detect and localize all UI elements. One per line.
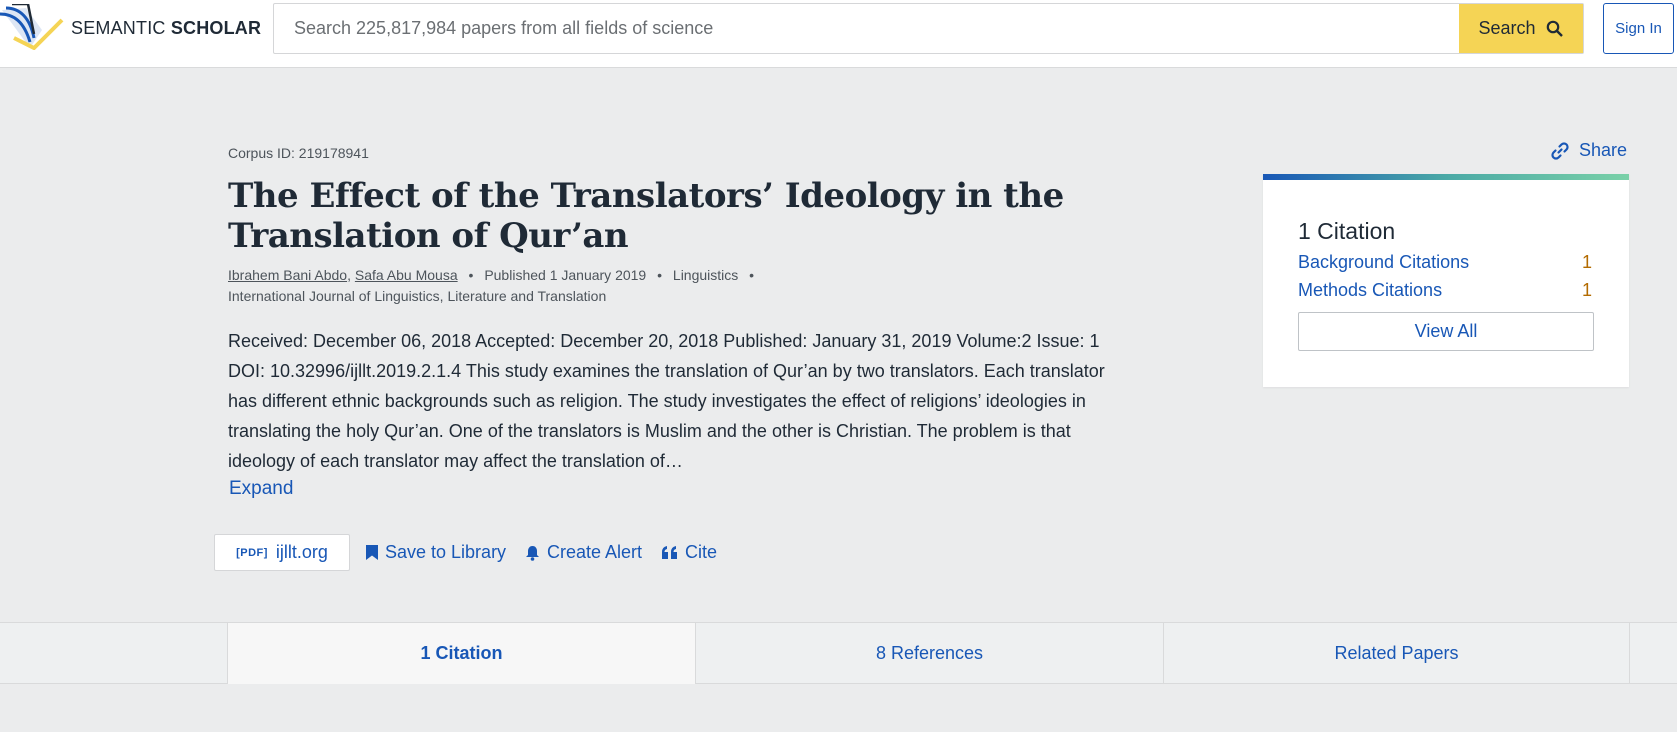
pdf-link-button[interactable]: [PDF] ijllt.org (214, 534, 350, 571)
field-of-study: Linguistics (672, 267, 739, 283)
citation-type-label: Methods Citations (1298, 280, 1443, 300)
expand-abstract-link[interactable]: Expand (229, 478, 293, 500)
create-alert-label: Create Alert (547, 542, 643, 562)
citation-type-row[interactable]: Background Citations 1 (1298, 252, 1592, 273)
separator-dot: • (749, 267, 755, 283)
search-button[interactable]: Search (1459, 4, 1583, 53)
tab-citations[interactable]: 1 Citation (227, 623, 695, 684)
save-to-library-label: Save to Library (385, 542, 507, 562)
share-button[interactable]: Share (1551, 140, 1627, 161)
pdf-icon: [PDF] (236, 546, 268, 559)
paper-tabs: 1 Citation 8 References Related Papers (0, 622, 1677, 684)
search-icon (1546, 20, 1563, 37)
paper-meta: Ibrahem Bani Abdo, Safa Abu Mousa • Publ… (228, 267, 755, 304)
bookmark-icon (366, 545, 378, 560)
abstract-text: Received: December 06, 2018 Accepted: De… (228, 331, 1105, 471)
bell-icon (526, 545, 539, 561)
logo-text: SEMANTIC SCHOLAR (71, 18, 262, 38)
author-link[interactable]: Safa Abu Mousa (355, 267, 458, 283)
share-label: Share (1579, 140, 1628, 160)
sign-in-button[interactable]: Sign In (1603, 3, 1674, 54)
citation-count-title: 1 Citation (1298, 218, 1396, 244)
tab-references[interactable]: 8 References (695, 623, 1163, 684)
citation-summary-card: 1 Citation Background Citations 1 Method… (1263, 174, 1629, 387)
cite-button[interactable]: Cite (662, 542, 717, 563)
separator-dot: • (657, 267, 663, 283)
search-input[interactable] (274, 4, 1460, 53)
quote-icon (662, 546, 677, 559)
search-box: Search (273, 3, 1584, 54)
logo-mark-icon (0, 4, 64, 50)
published-date: Published 1 January 2019 (484, 267, 647, 283)
view-all-citations-button[interactable]: View All (1298, 312, 1594, 351)
citation-type-row[interactable]: Methods Citations 1 (1298, 280, 1592, 301)
cite-label: Cite (685, 542, 718, 562)
citation-type-label: Background Citations (1298, 252, 1470, 272)
search-button-label: Search (1478, 18, 1536, 38)
top-header: SEMANTIC SCHOLAR Search Sign In (0, 0, 1677, 68)
pdf-source-label: ijllt.org (275, 542, 328, 562)
create-alert-button[interactable]: Create Alert (525, 542, 642, 563)
citation-type-count: 1 (1581, 280, 1592, 300)
separator-dot: • (468, 267, 474, 283)
tab-related-papers[interactable]: Related Papers (1163, 623, 1630, 684)
paper-title: The Effect of the Translators’ Ideology … (228, 176, 1064, 256)
citation-type-count: 1 (1581, 252, 1592, 272)
venue: International Journal of Linguistics, Li… (228, 288, 607, 304)
author-link[interactable]: Ibrahem Bani Abdo (228, 267, 347, 283)
link-icon (1551, 141, 1569, 160)
save-to-library-button[interactable]: Save to Library (366, 542, 506, 563)
corpus-id: Corpus ID: 219178941 (228, 145, 369, 161)
